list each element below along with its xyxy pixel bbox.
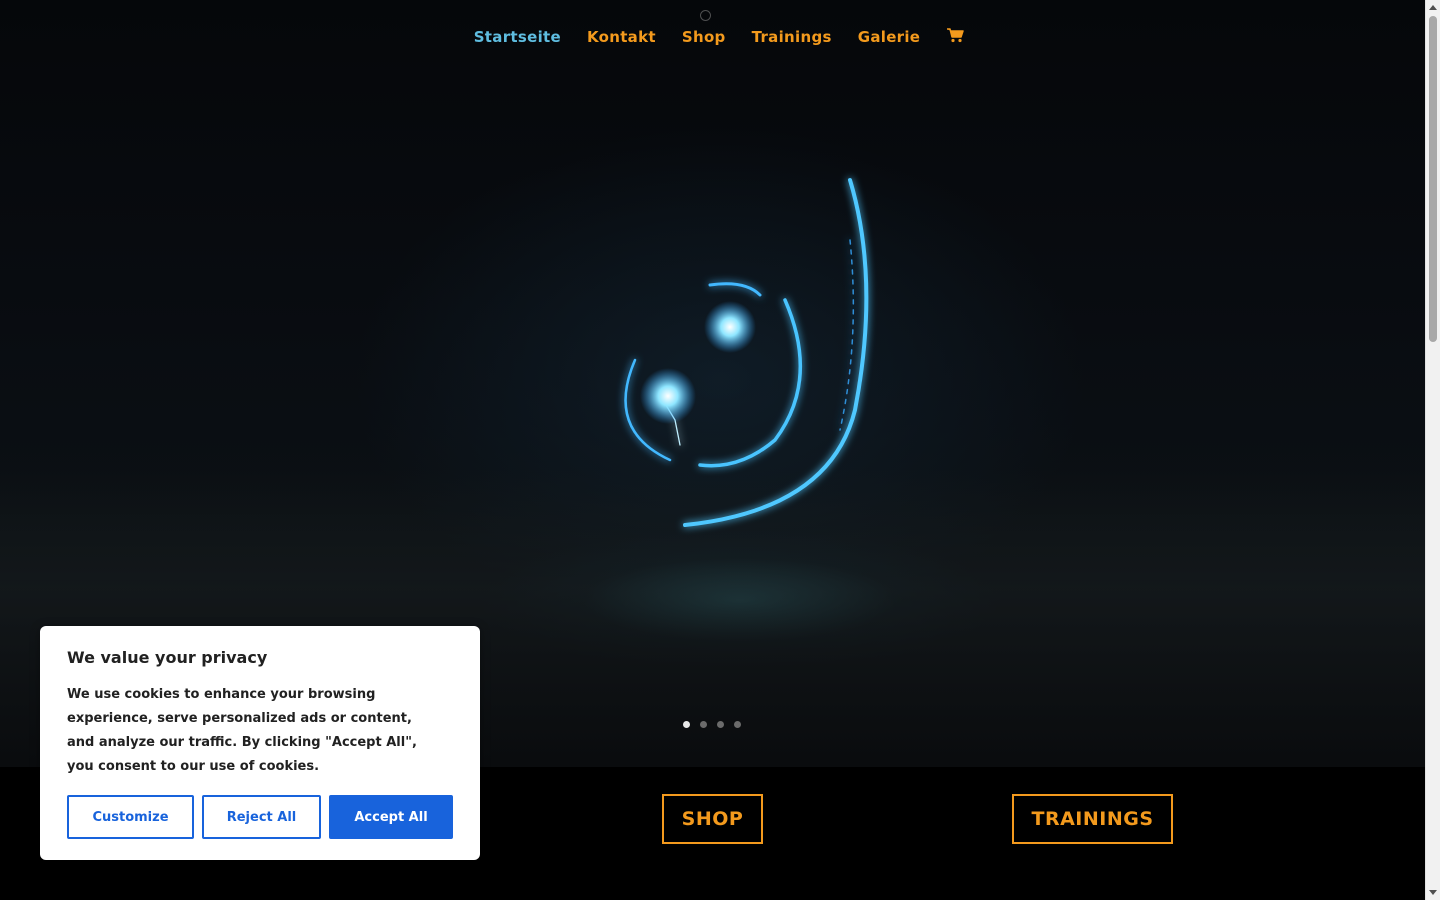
cookie-title: We value your privacy xyxy=(67,648,268,667)
site-logo[interactable] xyxy=(700,8,728,22)
energy-ring-image xyxy=(624,178,869,527)
trainings-button[interactable]: TRAININGS xyxy=(1012,794,1173,844)
page-scrollbar[interactable] xyxy=(1425,0,1440,900)
slider-dot-3[interactable] xyxy=(717,721,724,728)
cookie-buttons: Customize Reject All Accept All xyxy=(67,795,453,839)
shop-button[interactable]: SHOP xyxy=(662,794,763,844)
slider-dot-1[interactable] xyxy=(683,721,690,728)
nav-item-kontakt[interactable]: Kontakt xyxy=(587,28,656,46)
nav-item-galerie[interactable]: Galerie xyxy=(858,28,921,46)
cookie-description: We use cookies to enhance your browsing … xyxy=(67,687,417,774)
nav-item-startseite[interactable]: Startseite xyxy=(474,28,561,46)
main-navigation: Startseite Kontakt Shop Trainings Galeri… xyxy=(0,28,1425,46)
cart-icon[interactable] xyxy=(946,27,965,43)
scroll-down-arrow-icon[interactable] xyxy=(1429,890,1437,895)
customize-button[interactable]: Customize xyxy=(67,795,194,839)
reject-all-button[interactable]: Reject All xyxy=(202,795,321,839)
slider-dot-2[interactable] xyxy=(700,721,707,728)
scroll-up-arrow-icon[interactable] xyxy=(1429,5,1437,10)
logo-circle-icon xyxy=(700,9,711,21)
nav-item-trainings[interactable]: Trainings xyxy=(752,28,832,46)
scroll-thumb[interactable] xyxy=(1429,16,1437,342)
cookie-consent-banner: We value your privacy We use cookies to … xyxy=(40,626,480,860)
accept-all-button[interactable]: Accept All xyxy=(329,795,453,839)
slider-pagination xyxy=(683,721,741,728)
slider-dot-4[interactable] xyxy=(734,721,741,728)
nav-item-shop[interactable]: Shop xyxy=(682,28,726,46)
